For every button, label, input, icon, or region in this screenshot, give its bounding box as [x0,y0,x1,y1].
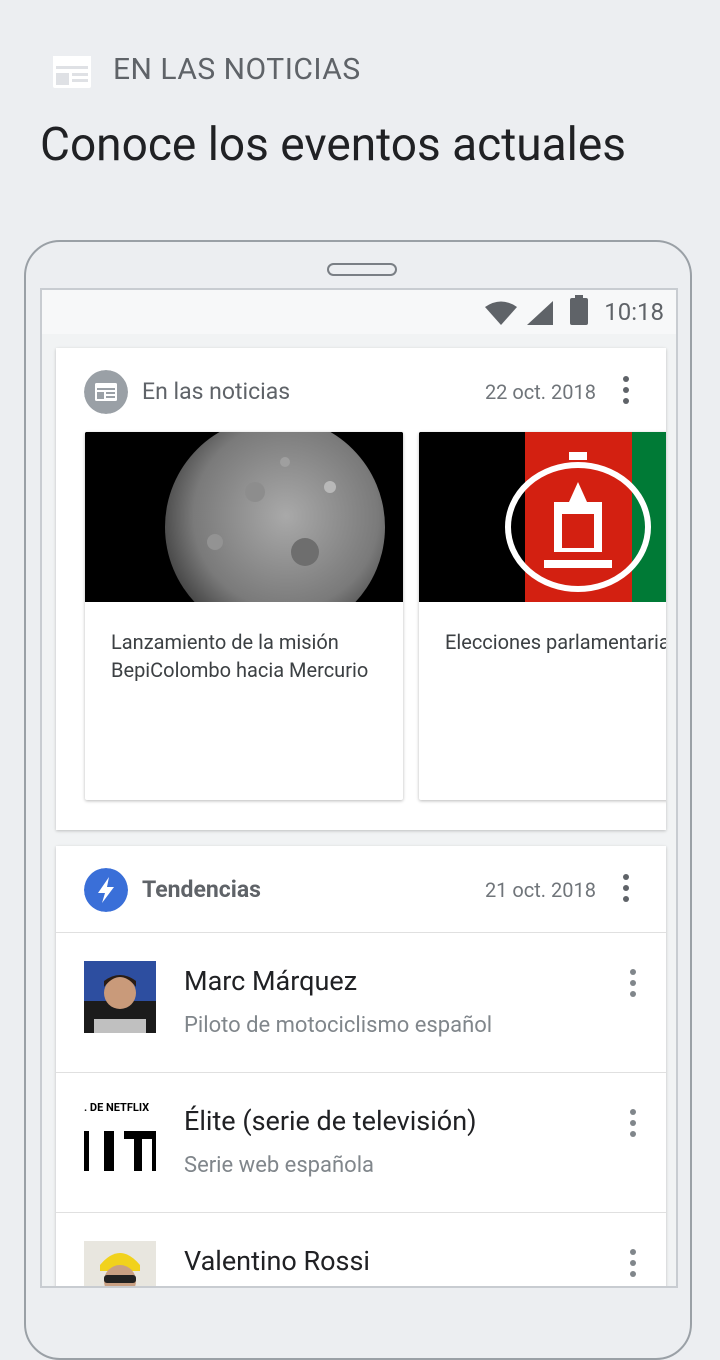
lightning-icon [84,868,128,912]
trend-description: Piloto de motociclismo español [184,1013,493,1038]
news-card-date: 22 oct. 2018 [484,380,596,404]
trend-name: Élite (serie de televisión) [184,1105,477,1137]
afghanistan-flag-image [419,432,666,602]
phone-speaker [327,263,397,276]
trend-more-icon[interactable] [630,1109,636,1142]
marc-marquez-avatar [84,961,156,1033]
news-item-text: Elecciones parlamentarias de Afganistán [445,630,666,654]
mercury-image [85,432,403,602]
trend-more-icon[interactable] [630,969,636,1002]
trends-card: Tendencias 21 oct. 2018 Marc Márquez Pil… [56,846,666,1286]
trends-card-more-icon[interactable] [622,874,630,904]
status-time: 10:18 [604,298,664,326]
trends-card-title: Tendencias [142,876,261,903]
news-card-more-icon[interactable] [622,376,630,406]
wifi-icon [485,301,517,325]
phone-screen: 10:18 En las noticias 22 oct. 2018 Lanza… [40,288,678,1288]
trend-name: Marc Márquez [184,965,358,997]
status-bar: 10:18 [42,290,676,334]
news-item-afghanistan-elections[interactable]: Elecciones parlamentarias de Afganistán [419,432,666,800]
page-title: Conoce los eventos actuales [40,118,626,172]
trend-more-icon[interactable] [630,1249,636,1282]
trend-item-marc-marquez[interactable]: Marc Márquez Piloto de motociclismo espa… [56,932,666,1073]
news-item-text: Lanzamiento de la misión BepiColombo hac… [111,630,369,682]
trend-name: Valentino Rossi [184,1245,370,1277]
trends-card-date: 21 oct. 2018 [484,878,596,902]
section-label: EN LAS NOTICIAS [113,52,361,87]
battery-icon [570,295,588,325]
elite-series-thumbnail: . DE NETFLIX [84,1101,156,1173]
news-card-title: En las noticias [142,378,291,405]
trend-item-elite[interactable]: . DE NETFLIX Élite (serie de televisión)… [56,1072,666,1213]
valentino-rossi-avatar [84,1241,156,1286]
news-item-bepicolombo[interactable]: Lanzamiento de la misión BepiColombo hac… [85,432,403,800]
news-card: En las noticias 22 oct. 2018 Lanzamiento… [56,348,666,830]
trend-item-valentino-rossi[interactable]: Valentino Rossi [56,1212,666,1286]
trend-description: Serie web española [184,1153,375,1178]
news-card-icon [84,370,128,414]
phone-frame: 10:18 En las noticias 22 oct. 2018 Lanza… [24,240,692,1360]
news-calendar-icon [52,55,92,89]
signal-icon [527,301,553,325]
